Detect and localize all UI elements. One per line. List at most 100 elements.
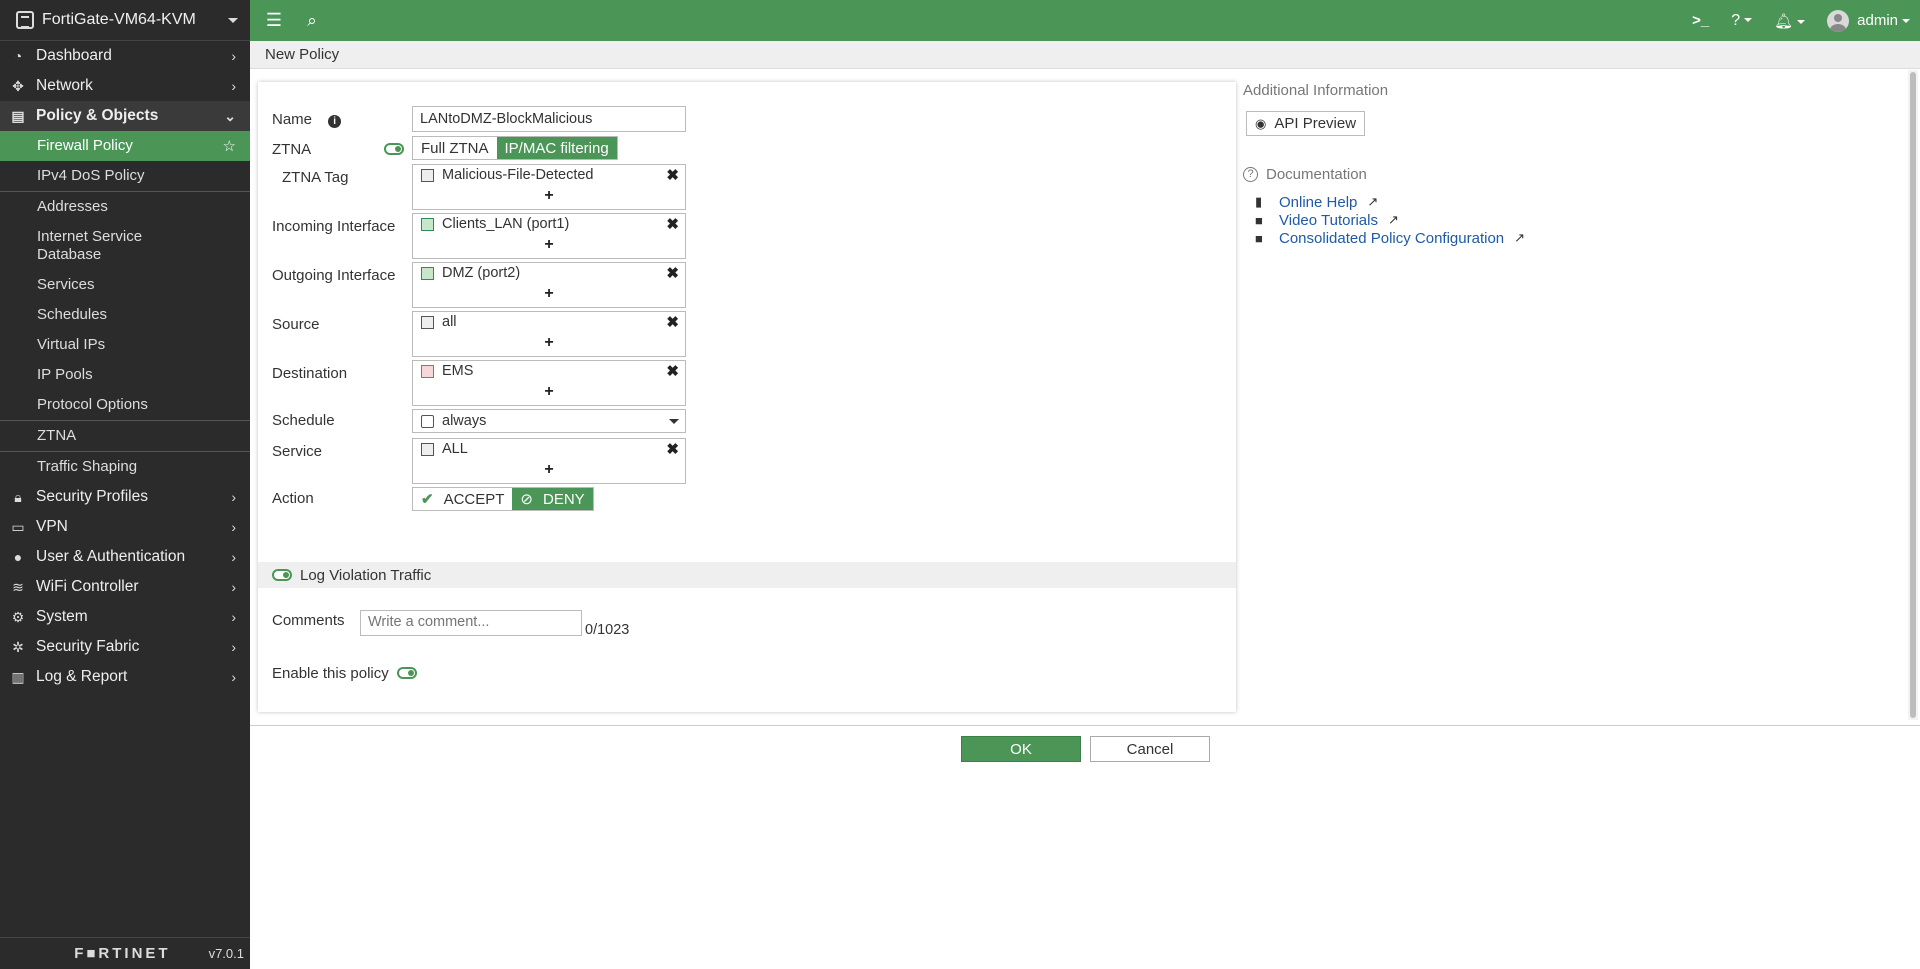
help-icon[interactable]: ? [1731, 12, 1753, 30]
sidebar-item-system[interactable]: ⚙ System › [0, 602, 250, 632]
chevron-right-icon: › [231, 669, 236, 685]
menu-icon[interactable]: ☰ [262, 10, 286, 31]
sidebar-item-security-profiles[interactable]: 🔒︎ Security Profiles › [0, 482, 250, 512]
consolidated-policy-link[interactable]: ■ Consolidated Policy Configuration ↗ [1255, 229, 1903, 247]
vertical-scrollbar[interactable] [1908, 70, 1918, 720]
ztna-toggle[interactable] [384, 143, 404, 155]
add-icon[interactable]: + [413, 285, 685, 303]
device-selector[interactable]: FortiGate-VM64-KVM [0, 0, 250, 41]
destination-label: Destination [272, 365, 348, 382]
sidebar-item-services[interactable]: Services [0, 270, 250, 300]
sidebar-item-schedules[interactable]: Schedules [0, 300, 250, 330]
remove-icon[interactable]: ✖ [666, 362, 679, 380]
sidebar-item-network[interactable]: ✥ Network › [0, 71, 250, 101]
avatar [1827, 9, 1850, 32]
sidebar-item-ztna[interactable]: ZTNA [0, 420, 250, 451]
footer-divider [250, 725, 1920, 726]
ztna-option-full[interactable]: Full ZTNA [413, 137, 497, 159]
sidebar-item-protocol-options[interactable]: Protocol Options [0, 390, 250, 420]
service-label: Service [272, 443, 323, 460]
sidebar: FortiGate-VM64-KVM ◔ Dashboard › ✥ Netwo… [0, 0, 250, 969]
user-menu[interactable]: admin [1827, 9, 1910, 32]
add-icon[interactable]: + [413, 187, 685, 205]
remove-icon[interactable]: ✖ [666, 215, 679, 233]
remove-icon[interactable]: ✖ [666, 264, 679, 282]
ok-button[interactable]: OK [961, 736, 1081, 762]
dashboard-icon: ◔ [13, 48, 23, 64]
destination-row: Destination EMS ✖ + [272, 360, 686, 406]
service-field[interactable]: ALL ✖ + [412, 438, 686, 484]
sidebar-item-ipv4-dos-policy[interactable]: IPv4 DoS Policy [0, 161, 250, 191]
info-icon[interactable]: i [328, 115, 342, 128]
interface-icon [421, 266, 434, 280]
chevron-right-icon: › [231, 519, 236, 535]
ztna-tag-field[interactable]: Malicious-File-Detected ✖ + [412, 164, 686, 210]
sidebar-item-wifi-controller[interactable]: ≋ WiFi Controller › [0, 572, 250, 602]
sidebar-item-addresses[interactable]: Addresses [0, 191, 250, 222]
device-name: FortiGate-VM64-KVM [42, 11, 196, 28]
remove-icon[interactable]: ✖ [666, 166, 679, 184]
sidebar-item-ip-pools[interactable]: IP Pools [0, 360, 250, 390]
action-label: Action [272, 490, 314, 507]
comments-counter: 0/1023 [585, 622, 630, 638]
log-violation-label: Log Violation Traffic [300, 566, 432, 584]
search-icon[interactable]: ⌕ [300, 11, 324, 31]
sidebar-item-user-authentication[interactable]: ● User & Authentication › [0, 542, 250, 572]
service-row: Service ALL ✖ + [272, 438, 686, 484]
sidebar-item-log-report[interactable]: ▥ Log & Report › [0, 662, 250, 692]
comments-row: Comments [272, 612, 345, 629]
cli-console-icon[interactable]: >_ [1692, 12, 1709, 29]
remove-icon[interactable]: ✖ [666, 313, 679, 331]
name-input[interactable] [412, 106, 686, 132]
api-preview-button[interactable]: ◉ API Preview [1246, 111, 1366, 136]
sidebar-item-dashboard[interactable]: ◔ Dashboard › [0, 41, 250, 71]
schedule-select[interactable]: always [412, 409, 686, 433]
comments-input[interactable] [360, 610, 582, 636]
cancel-button[interactable]: Cancel [1090, 736, 1210, 762]
sidebar-item-firewall-policy[interactable]: Firewall Policy ☆ [0, 131, 250, 161]
outgoing-interface-row: Outgoing Interface DMZ (port2) ✖ + [272, 262, 686, 308]
gear-icon: ⚙ [11, 608, 25, 625]
chevron-right-icon: › [231, 579, 236, 595]
log-violation-toggle[interactable] [272, 569, 292, 581]
sidebar-item-traffic-shaping[interactable]: Traffic Shaping [0, 451, 250, 482]
action-accept-button[interactable]: ✔ ACCEPT [413, 488, 513, 510]
star-icon[interactable]: ☆ [223, 137, 236, 155]
destination-field[interactable]: EMS ✖ + [412, 360, 686, 406]
sidebar-item-internet-service-database[interactable]: Internet Service Database [0, 222, 250, 270]
breadcrumb: New Policy [250, 41, 1920, 69]
sidebar-item-vpn[interactable]: ▭ VPN › [0, 512, 250, 542]
ztna-option-ipmac[interactable]: IP/MAC filtering [496, 137, 617, 159]
outgoing-interface-label: Outgoing Interface [272, 267, 396, 284]
add-icon[interactable]: + [413, 334, 685, 352]
chevron-right-icon: › [231, 549, 236, 565]
user-icon: ● [13, 549, 23, 565]
add-icon[interactable]: + [413, 236, 685, 254]
outgoing-interface-field[interactable]: DMZ (port2) ✖ + [412, 262, 686, 308]
action-deny-button[interactable]: ⊘ DENY [512, 488, 593, 510]
video-icon: ■ [1255, 212, 1263, 228]
ztna-row: ZTNA Full ZTNA IP/MAC filtering [272, 136, 618, 160]
sidebar-item-virtual-ips[interactable]: Virtual IPs [0, 330, 250, 360]
wifi-icon: ≋ [12, 578, 24, 595]
add-icon[interactable]: + [413, 461, 685, 479]
monitor-icon: ▭ [11, 518, 25, 535]
video-tutorials-link[interactable]: ■ Video Tutorials ↗ [1255, 211, 1903, 229]
policy-form: Name i ZTNA Full ZTNA IP/MAC filtering Z… [258, 82, 1236, 712]
incoming-interface-label: Incoming Interface [272, 218, 396, 235]
bell-icon[interactable]: 🔔︎ [1774, 12, 1806, 30]
eye-icon: ◉ [1255, 115, 1267, 131]
online-help-link[interactable]: ▮ Online Help ↗ [1255, 193, 1903, 211]
address-icon [421, 315, 434, 329]
sidebar-item-policy-objects[interactable]: ▤ Policy & Objects ⌄ [0, 101, 250, 131]
sidebar-item-security-fabric[interactable]: ✲ Security Fabric › [0, 632, 250, 662]
enable-policy-toggle[interactable] [396, 667, 417, 679]
incoming-interface-field[interactable]: Clients_LAN (port1) ✖ + [412, 213, 686, 259]
chevron-right-icon: › [231, 489, 236, 505]
add-icon[interactable]: + [413, 383, 685, 401]
chart-icon: ▥ [11, 668, 25, 685]
ztna-tag-label: ZTNA Tag [282, 169, 349, 186]
source-field[interactable]: all ✖ + [412, 311, 686, 357]
documentation-title: ? Documentation [1243, 166, 1903, 183]
remove-icon[interactable]: ✖ [666, 440, 679, 458]
